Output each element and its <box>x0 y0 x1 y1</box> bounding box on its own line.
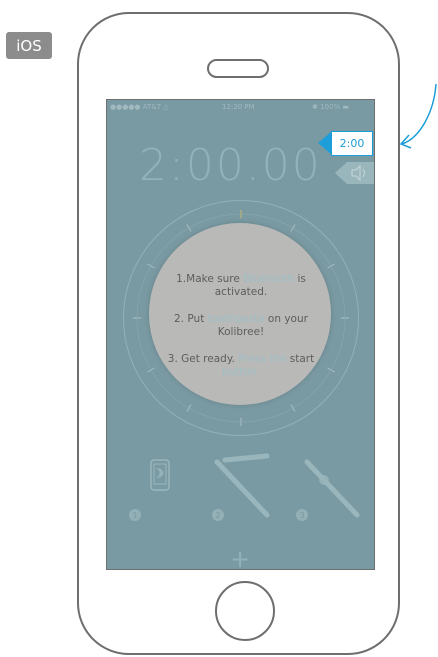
brushing-timer: 2:00.00 <box>139 140 322 191</box>
callout-arrow-icon <box>399 83 437 149</box>
status-time: 12:20 PM <box>222 103 255 111</box>
home-button[interactable] <box>215 581 275 641</box>
duration-label: 2:00 <box>331 131 373 156</box>
battery-status: ✱ 100% ▬ <box>312 103 349 111</box>
carrier-signal: ●●●●● AT&T △ <box>110 103 169 111</box>
step-number: 2 <box>212 509 224 521</box>
add-icon[interactable]: + <box>230 545 250 569</box>
duration-chip[interactable]: 2:00 <box>318 131 373 156</box>
platform-badge: iOS <box>6 32 52 59</box>
instruction-step-1: 1.Make sure Bluetooth is activated. <box>176 273 306 298</box>
instruction-step-2: 2. Put toothpaste on your Kolibree! <box>174 313 308 338</box>
step-number: 3 <box>296 509 308 521</box>
status-bar: ●●●●● AT&T △ 12:20 PM ✱ 100% ▬ <box>107 100 374 114</box>
speaker-slot <box>207 59 269 78</box>
instruction-step-3: 3. Get ready. Press the start button. <box>167 353 315 378</box>
chip-pointer-icon <box>318 131 332 155</box>
speaker-icon <box>335 162 374 184</box>
toothbrush-paste-icon <box>214 453 270 518</box>
toothbrush-power-icon <box>304 459 360 518</box>
setup-instructions: 1.Make sure Bluetooth is activated. 2. P… <box>160 273 322 393</box>
sound-toggle[interactable] <box>325 162 374 184</box>
phone-bluetooth-icon <box>150 459 170 491</box>
step-number: 1 <box>129 509 141 521</box>
